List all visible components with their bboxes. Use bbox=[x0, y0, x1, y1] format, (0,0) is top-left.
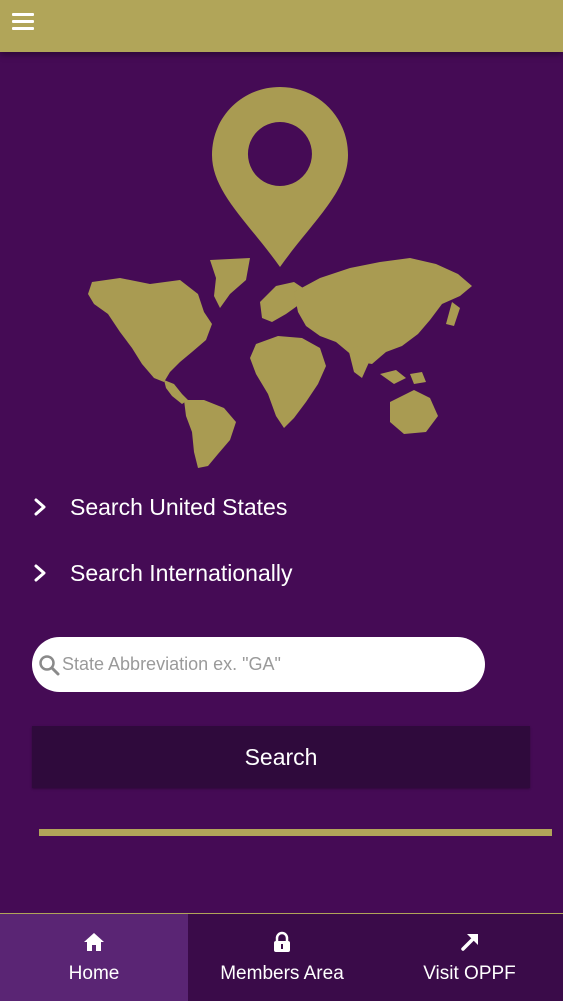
tab-home[interactable]: Home bbox=[0, 914, 188, 1001]
tab-members-area-label: Members Area bbox=[220, 962, 344, 984]
search-internationally-link[interactable]: Search Internationally bbox=[30, 553, 430, 593]
tab-visit-oppf-label: Visit OPPF bbox=[423, 962, 516, 984]
search-field-container bbox=[32, 637, 485, 692]
tab-home-label: Home bbox=[68, 962, 120, 984]
chevron-right-icon bbox=[34, 564, 46, 582]
search-icon bbox=[39, 654, 60, 675]
lock-icon bbox=[274, 931, 290, 952]
state-abbreviation-input[interactable] bbox=[62, 644, 462, 685]
search-united-states-label: Search United States bbox=[70, 493, 288, 520]
tab-visit-oppf[interactable]: Visit OPPF bbox=[376, 914, 563, 1001]
search-button[interactable]: Search bbox=[32, 726, 530, 788]
hamburger-menu-icon[interactable] bbox=[12, 13, 34, 31]
home-icon bbox=[84, 932, 104, 951]
bottom-tab-bar: Home Members Area Visit OPPF bbox=[0, 913, 563, 1001]
chevron-right-icon bbox=[34, 498, 46, 516]
search-united-states-link[interactable]: Search United States bbox=[30, 487, 430, 527]
search-internationally-label: Search Internationally bbox=[70, 559, 293, 586]
gold-divider bbox=[39, 829, 552, 836]
arrow-up-right-icon bbox=[460, 933, 478, 951]
top-app-bar bbox=[0, 0, 563, 52]
tab-members-area[interactable]: Members Area bbox=[188, 914, 376, 1001]
world-map-location-pin-graphic bbox=[88, 87, 472, 468]
